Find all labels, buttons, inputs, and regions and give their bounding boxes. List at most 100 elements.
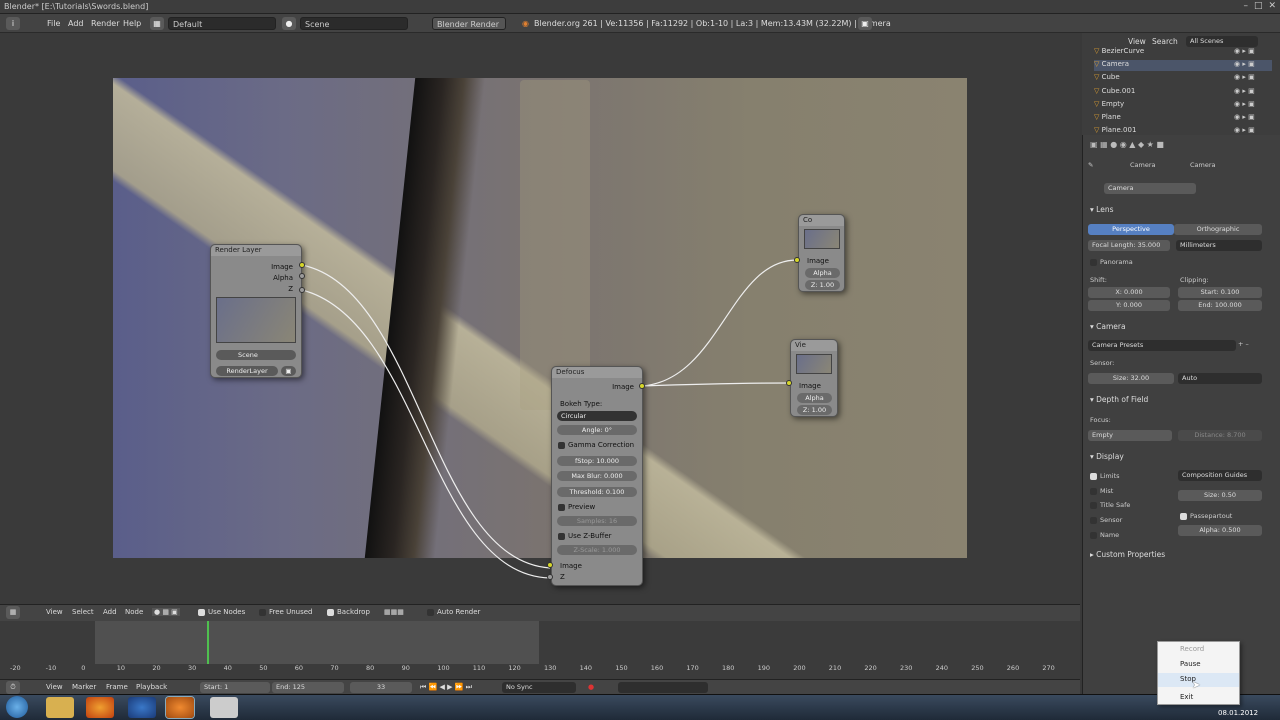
keying-set-field[interactable] [618,682,708,693]
menu-view[interactable]: View [46,683,63,691]
composite-node[interactable]: Co Image Alpha Z: 1.00 [798,214,845,292]
viewer-node[interactable]: Vie Image Alpha Z: 1.00 [790,339,838,417]
socket-alpha-out[interactable] [299,273,305,279]
custom-properties-header[interactable]: ▸ Custom Properties [1090,550,1165,559]
display-panel-header[interactable]: ▾ Display [1090,452,1124,461]
z-field[interactable]: Z: 1.00 [797,405,832,415]
passepartout-checkbox[interactable]: Passepartout [1180,512,1232,520]
focus-object-field[interactable]: Empty [1088,430,1172,441]
current-frame-field[interactable]: 33 [350,682,412,693]
socket-image-out[interactable] [299,262,305,268]
outliner-item[interactable]: ▽ Plane ◉ ▸ ▣ [1094,113,1255,124]
record-icon[interactable]: ● [588,683,594,691]
sensor-checkbox[interactable]: Sensor [1090,516,1122,524]
lens-panel-header[interactable]: ▾ Lens [1090,205,1113,214]
orthographic-button[interactable]: Orthographic [1174,224,1262,235]
outliner-item[interactable]: ▽ BezierCurve ◉ ▸ ▣ [1094,47,1255,58]
pin-icon[interactable]: ✎ [1088,161,1093,169]
node-tree-type-icon[interactable]: ● ▦ ▣ [152,608,180,616]
focal-length-field[interactable]: Focal Length: 35.000 [1088,240,1170,251]
dof-panel-header[interactable]: ▾ Depth of Field [1090,395,1148,404]
backdrop-checkbox[interactable]: Backdrop [327,608,370,616]
scene-field[interactable]: Scene [216,350,296,360]
properties-tabs[interactable]: ▣ ▦ ● ◉ ▲ ◆ ★ ■ [1090,140,1230,150]
use-zbuffer-checkbox[interactable]: Use Z-Buffer [558,532,612,540]
passepartout-alpha-field[interactable]: Alpha: 0.500 [1178,525,1262,536]
visibility-icon[interactable]: ◉ ▸ ▣ [1234,126,1255,134]
menu-select[interactable]: Select [72,608,94,616]
bokeh-type-select[interactable]: Circular [557,411,637,421]
visibility-icon[interactable]: ◉ ▸ ▣ [1234,100,1255,108]
menu-marker[interactable]: Marker [72,683,96,691]
menu-add[interactable]: Add [103,608,117,616]
clip-start-field[interactable]: Start: 0.100 [1178,287,1262,298]
camera-datablock-field[interactable]: Camera [1104,183,1196,194]
visibility-icon[interactable]: ◉ ▸ ▣ [1234,47,1255,55]
alpha-field[interactable]: Alpha [805,268,840,278]
shift-y-field[interactable]: Y: 0.000 [1088,300,1170,311]
sync-select[interactable]: No Sync [502,682,576,693]
angle-field[interactable]: Angle: 0° [557,425,637,435]
zscale-field[interactable]: Z-Scale: 1.000 [557,545,637,555]
visibility-icon[interactable]: ◉ ▸ ▣ [1234,60,1255,68]
start-button-icon[interactable] [6,696,28,718]
sensor-size-field[interactable]: Size: 32.00 [1088,373,1174,384]
close-icon[interactable]: ✕ [1268,1,1276,11]
socket-z-in[interactable] [547,574,553,580]
menu-item-pause[interactable]: Pause [1180,660,1201,668]
node-header[interactable]: Defocus [552,367,642,378]
current-frame-marker[interactable] [207,621,209,664]
outliner-item[interactable]: ▽ Plane.001 ◉ ▸ ▣ [1094,126,1255,137]
z-field[interactable]: Z: 1.00 [805,280,840,290]
menu-playback[interactable]: Playback [136,683,167,691]
clip-end-field[interactable]: End: 100.000 [1178,300,1262,311]
render-layer-node[interactable]: Render Layer Image Alpha Z Scene RenderL… [210,244,302,378]
outliner-item[interactable]: ▽ Camera ◉ ▸ ▣ [1094,60,1272,72]
editor-type-icon[interactable]: ⏱ [6,681,20,694]
node-header[interactable]: Vie [791,340,837,351]
render-icon[interactable]: ▣ [281,366,296,376]
menu-frame[interactable]: Frame [106,683,128,691]
blender-taskbar-icon[interactable] [166,697,194,718]
end-frame-field[interactable]: End: 125 [272,682,344,693]
minimize-icon[interactable]: – [1243,1,1248,11]
fstop-field[interactable]: fStop: 10.000 [557,456,637,466]
panorama-checkbox[interactable]: Panorama [1090,258,1133,266]
menu-item-exit[interactable]: Exit [1180,693,1193,701]
outliner-filter-select[interactable]: All Scenes [1186,36,1258,47]
socket-z-out[interactable] [299,287,305,293]
visibility-icon[interactable]: ◉ ▸ ▣ [1234,73,1255,81]
menu-view[interactable]: View [46,608,63,616]
composition-guides-select[interactable]: Composition Guides [1178,470,1262,481]
free-unused-checkbox[interactable]: Free Unused [259,608,312,616]
start-frame-field[interactable]: Start: 1 [200,682,270,693]
focus-distance-field[interactable]: Distance: 8.700 [1178,430,1262,441]
outliner-item[interactable]: ▽ Cube.001 ◉ ▸ ▣ [1094,87,1255,98]
visibility-icon[interactable]: ◉ ▸ ▣ [1234,87,1255,95]
defocus-node[interactable]: Defocus Image Bokeh Type: Circular Angle… [551,366,643,586]
name-checkbox[interactable]: Name [1090,531,1119,539]
maximize-icon[interactable]: □ [1254,1,1263,11]
node-header[interactable]: Render Layer [211,245,301,256]
sensor-fit-select[interactable]: Auto [1178,373,1262,384]
recorder-taskbar-icon[interactable] [210,697,238,718]
use-nodes-checkbox[interactable]: Use Nodes [198,608,245,616]
socket-image-out[interactable] [639,383,645,389]
samples-field[interactable]: Samples: 16 [557,516,637,526]
menu-item-record[interactable]: Record [1180,645,1204,653]
editor-type-icon[interactable]: ▦ [6,606,20,619]
display-size-field[interactable]: Size: 0.50 [1178,490,1262,501]
title-safe-checkbox[interactable]: Title Safe [1090,501,1130,509]
firefox-icon[interactable] [86,697,114,718]
renderlayer-select[interactable]: RenderLayer [216,366,278,376]
camera-presets-select[interactable]: Camera Presets [1088,340,1236,351]
outliner-menu-view[interactable]: View [1128,37,1146,46]
playback-controls-icon[interactable]: ⏮ ⏪ ◀ ▶ ⏩ ⏭ [420,683,472,692]
outliner-menu-search[interactable]: Search [1152,37,1178,46]
add-preset-icon[interactable]: + – [1238,340,1249,348]
perspective-button[interactable]: Perspective [1088,224,1174,235]
camera-panel-header[interactable]: ▾ Camera [1090,322,1126,331]
explorer-icon[interactable] [46,697,74,718]
thunderbird-icon[interactable] [128,697,156,718]
preview-checkbox[interactable]: Preview [558,503,595,511]
